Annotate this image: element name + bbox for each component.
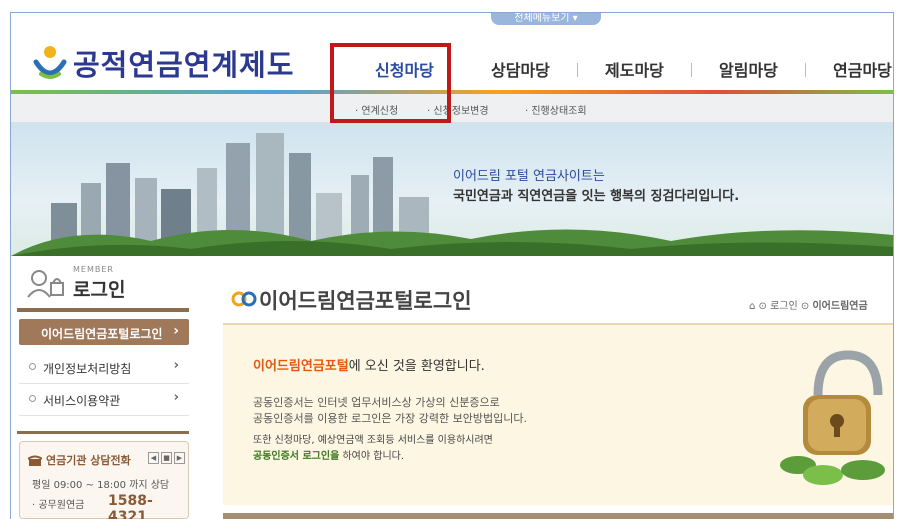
bullet-icon (29, 395, 36, 402)
nav-separator (805, 63, 806, 77)
nav-item-system[interactable]: 제도마당 (605, 57, 664, 81)
breadcrumb-sep-icon: ⊙ (800, 301, 813, 312)
home-icon[interactable]: ⌂ (749, 301, 755, 312)
nav-item-notice[interactable]: 알림마당 (719, 57, 778, 81)
contact-box: 연금기관 상담전화 ◀ ■ ▶ 평일 09:00 ~ 18:00 까지 상담 ·… (19, 441, 189, 519)
banner-line1: 이어드림 포털 연금사이트는 (453, 169, 605, 184)
subnav-item-change-info[interactable]: · 신청정보변경 (427, 102, 489, 117)
nav-separator (691, 63, 692, 77)
member-label: MEMBER (73, 265, 114, 274)
bullet-icon (29, 363, 36, 370)
pager-stop-icon[interactable]: ■ (161, 452, 172, 464)
contact-phone: 1588-4321 (108, 493, 153, 519)
welcome-paragraph-2: 또한 신청마당, 예상연금액 조회등 서비스를 이용하시려면 공동인증서 로그인… (253, 433, 493, 465)
welcome-p1-line2: 공동인증서를 이용한 로그인은 가장 강력한 보안방법입니다. (253, 412, 527, 425)
contact-org: · 공무원연금 (32, 500, 85, 511)
subnav-item-link-apply[interactable]: · 연계신청 (355, 102, 398, 117)
sidebar-title: 로그인 (73, 279, 126, 301)
member-user-icon (27, 269, 67, 303)
sidebar-divider (17, 308, 189, 312)
sidebar-divider (17, 431, 189, 434)
chevron-right-icon: › (173, 358, 179, 373)
contact-title: 연금기관 상담전화 (46, 454, 131, 467)
sidebar-item-portal-login[interactable]: 이어드림연금포털로그인 › (19, 319, 189, 345)
banner-line2: 국민연금과 직연연금을 잇는 행복의 징검다리입니다. (453, 189, 740, 204)
welcome-p2-rest: 하여야 합니다. (339, 451, 405, 462)
nav-item-pension[interactable]: 연금마당 (833, 57, 892, 81)
browser-frame: 전체메뉴보기 ▾ 공적연금연계제도 신청마당 상담마당 제도마당 알림마당 연금… (10, 12, 894, 519)
nav-item-consult[interactable]: 상담마당 (491, 57, 550, 81)
city-skyline-illustration (11, 133, 893, 256)
welcome-p2-line1: 또한 신청마당, 예상연금액 조회등 서비스를 이용하시려면 (253, 435, 493, 446)
welcome-paragraph-1: 공동인증서는 인터넷 업무서비스상 가상의 신분증으로 공동인증서를 이용한 로… (253, 395, 527, 427)
welcome-accent: 이어드림연금포털 (253, 359, 349, 374)
sidebar-item-privacy[interactable]: 개인정보처리방침 › (19, 353, 189, 384)
pager-next-icon[interactable]: ▶ (174, 452, 185, 464)
welcome-p1-line1: 공동인증서는 인터넷 업무서비스상 가상의 신분증으로 (253, 396, 500, 409)
breadcrumb-sep-icon: ⊙ (758, 301, 771, 312)
welcome-heading: 이어드림연금포털에 오신 것을 환영합니다. (253, 355, 485, 374)
site-logo[interactable]: 공적연금연계제도 (33, 43, 294, 83)
subnav-item-status[interactable]: · 진행상태조회 (525, 102, 587, 117)
nav-separator (577, 63, 578, 77)
contact-pager[interactable]: ◀ ■ ▶ (148, 452, 185, 464)
pager-prev-icon[interactable]: ◀ (148, 452, 159, 464)
welcome-p2-green: 공동인증서 로그인을 (253, 451, 340, 462)
all-menu-toggle[interactable]: 전체메뉴보기 ▾ (491, 13, 601, 25)
sidebar-item-label: 개인정보처리방침 (43, 362, 132, 376)
logo-mark-icon (33, 44, 67, 82)
page-title: 이어드림연금포털로그인 (259, 289, 472, 313)
welcome-rest: 에 오신 것을 환영합니다. (348, 359, 485, 374)
welcome-p2-line2: 공동인증서 로그인을 하여야 합니다. (253, 449, 493, 465)
sub-nav: · 연계신청 · 신청정보변경 · 진행상태조회 (11, 94, 893, 123)
content-bottom-bar (223, 513, 893, 519)
padlock-icon (778, 335, 893, 495)
contact-hours: 평일 09:00 ~ 18:00 까지 상담 (32, 480, 170, 491)
breadcrumb-item-login[interactable]: 로그인 (770, 301, 798, 312)
breadcrumb-item-current: 이어드림연금 (812, 301, 868, 312)
sidebar-item-label: 서비스이용약관 (43, 394, 121, 408)
breadcrumb: ⌂ ⊙ 로그인 ⊙ 이어드림연금 (749, 297, 868, 312)
phone-icon (27, 452, 43, 471)
chevron-right-icon: › (173, 323, 179, 339)
sidebar-item-label: 이어드림연금포털로그인 (41, 327, 163, 341)
sidebar-item-terms[interactable]: 서비스이용약관 › (19, 385, 189, 416)
hero-banner: 이어드림 포털 연금사이트는 국민연금과 직연연금을 잇는 행복의 징검다리입니… (11, 123, 893, 256)
welcome-box: 이어드림연금포털에 오신 것을 환영합니다. 공동인증서는 인터넷 업무서비스상… (223, 323, 893, 505)
logo-text: 공적연금연계제도 (73, 48, 295, 82)
title-rings-icon (231, 291, 257, 311)
nav-item-apply[interactable]: 신청마당 (375, 57, 434, 81)
chevron-right-icon: › (173, 390, 179, 405)
